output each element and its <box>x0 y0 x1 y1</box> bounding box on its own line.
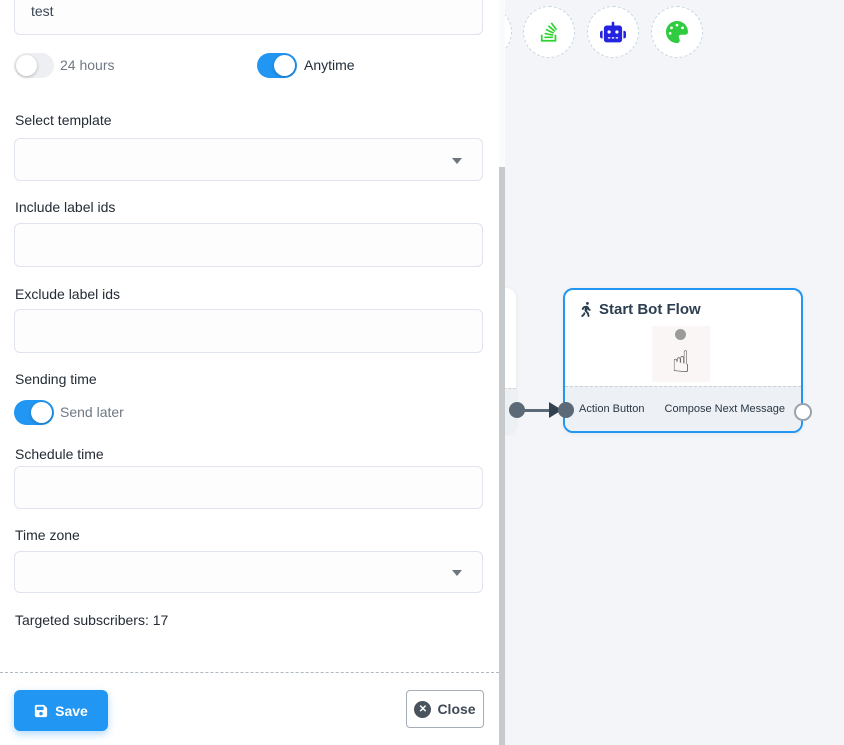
chevron-down-icon <box>452 158 462 164</box>
toolbar-button-palette[interactable] <box>651 6 703 58</box>
time-zone-label: Time zone <box>15 527 80 543</box>
anytime-toggle[interactable] <box>257 53 297 78</box>
toggle-knob <box>31 402 52 423</box>
tap-cursor-box: ☝ <box>652 326 710 382</box>
hand-pointer-icon: ☝ <box>672 348 690 382</box>
sending-time-label: Sending time <box>15 371 97 387</box>
node-output-port[interactable] <box>794 403 812 421</box>
palette-icon <box>666 21 688 43</box>
exclude-label-ids-label: Exclude label ids <box>15 286 120 302</box>
24-hours-toggle[interactable] <box>14 53 54 78</box>
chevron-down-icon <box>452 570 462 576</box>
close-icon: ✕ <box>414 701 431 718</box>
person-walking-icon <box>580 302 592 317</box>
toggle-knob <box>274 55 295 76</box>
save-icon <box>34 704 48 718</box>
targeted-subscribers-text: Targeted subscribers: 17 <box>15 612 168 628</box>
template-select[interactable] <box>14 138 483 181</box>
anytime-toggle-label: Anytime <box>304 57 355 73</box>
toolbar-button-partial[interactable] <box>505 6 512 58</box>
robot-icon <box>600 21 626 43</box>
connector-end-dot[interactable] <box>558 402 574 418</box>
24-hours-toggle-label: 24 hours <box>60 57 114 73</box>
exclude-label-ids-input[interactable] <box>14 309 483 353</box>
panel-scrollbar-thumb[interactable] <box>499 167 505 745</box>
include-label-ids-input[interactable] <box>14 223 483 267</box>
node-footer: Action Button Compose Next Message <box>565 386 801 431</box>
save-button[interactable]: Save <box>14 690 108 731</box>
targeted-subscribers-label: Targeted subscribers: <box>15 612 149 628</box>
tap-dot-icon <box>675 329 686 340</box>
toolbar-button-bot[interactable] <box>587 6 639 58</box>
action-button-label[interactable]: Action Button <box>579 403 644 415</box>
flow-canvas[interactable]: Start Bot Flow ☝ Action Button Compose N… <box>505 0 844 745</box>
send-later-toggle-label: Send later <box>60 404 124 420</box>
start-bot-flow-node[interactable]: Start Bot Flow ☝ Action Button Compose N… <box>563 288 803 433</box>
schedule-time-input[interactable] <box>14 466 483 509</box>
connector-line <box>517 409 553 412</box>
footer-divider <box>0 672 499 673</box>
close-button-label: Close <box>437 701 475 717</box>
node-header: Start Bot Flow <box>565 290 801 318</box>
compose-next-message-label[interactable]: Compose Next Message <box>665 403 785 415</box>
toolbar-button-stack[interactable] <box>523 6 575 58</box>
name-input[interactable] <box>14 0 483 35</box>
toggle-knob <box>16 55 37 76</box>
save-button-label: Save <box>55 703 88 719</box>
select-template-label: Select template <box>15 112 112 128</box>
include-label-ids-label: Include label ids <box>15 199 115 215</box>
broadcast-form-panel: 24 hours Anytime Select template Include… <box>0 0 499 745</box>
panel-scrollbar-track[interactable] <box>499 0 505 745</box>
screen: 24 hours Anytime Select template Include… <box>0 0 844 745</box>
schedule-time-label: Schedule time <box>15 446 104 462</box>
close-button[interactable]: ✕ Close <box>406 690 484 728</box>
targeted-subscribers-count: 17 <box>153 612 169 628</box>
time-zone-select[interactable] <box>14 551 483 593</box>
node-title: Start Bot Flow <box>599 301 701 318</box>
send-later-toggle[interactable] <box>14 400 54 425</box>
stack-icon <box>538 21 560 43</box>
